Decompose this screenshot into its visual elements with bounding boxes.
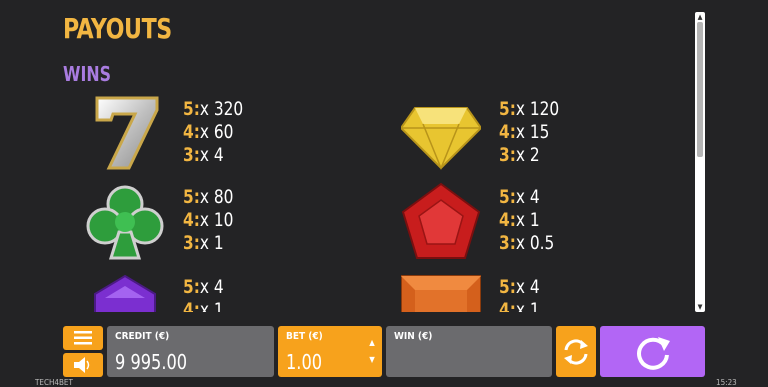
pay-count: 3: [499, 232, 516, 254]
menu-button[interactable] [63, 326, 103, 350]
pay-count: 4: [499, 299, 516, 312]
autoplay-icon [564, 338, 588, 365]
pay-count: 5: [499, 276, 516, 298]
bet-value: 1.00 [286, 350, 323, 374]
pay-multiplier: x 1 [199, 299, 224, 312]
spin-icon [636, 336, 670, 370]
clock: 15:23 [716, 378, 737, 387]
pay-count: 5: [499, 186, 516, 208]
pay-multiplier: x 4 [515, 276, 540, 298]
scrollbar-thumb[interactable] [697, 22, 703, 157]
sound-button[interactable] [63, 353, 103, 377]
sound-icon [74, 357, 90, 373]
pay-count: 4: [183, 299, 200, 312]
pay-multiplier: x 1 [515, 209, 540, 231]
pay-count: 4: [499, 121, 516, 143]
pay-multiplier: x 120 [515, 98, 560, 120]
purple-gem-icon [94, 274, 156, 312]
brand-label: TECH4BET [35, 378, 73, 387]
pay-multiplier: x 1 [199, 232, 224, 254]
orange-gem-icon [401, 275, 481, 312]
spin-button[interactable] [600, 326, 705, 377]
pay-count: 5: [499, 98, 516, 120]
bet-selector[interactable]: BET (€) 1.00 ▲ ▼ [278, 326, 382, 377]
scrollbar[interactable]: ▲ ▼ [695, 12, 705, 312]
section-title-wins: WINS [63, 62, 112, 86]
win-label: WIN (€) [394, 331, 433, 342]
pay-multiplier: x 4 [515, 186, 540, 208]
seven-symbol-icon [95, 96, 159, 170]
pay-count: 5: [183, 186, 200, 208]
credit-label: CREDIT (€) [115, 331, 170, 342]
bet-decrease-icon[interactable]: ▼ [367, 351, 377, 368]
payouts-list[interactable]: 5:x 320 4:x 60 3:x 4 5:x 120 4:x 15 3:x … [0, 88, 690, 312]
pay-multiplier: x 4 [199, 276, 224, 298]
bet-label: BET (€) [286, 331, 323, 342]
pay-multiplier: x 0.5 [515, 232, 555, 254]
pay-count: 4: [183, 209, 200, 231]
credit-display: CREDIT (€) 9 995.00 [107, 326, 274, 377]
pay-multiplier: x 2 [515, 144, 540, 166]
pay-count: 3: [183, 232, 200, 254]
pay-multiplier: x 15 [515, 121, 550, 143]
pay-count: 3: [499, 144, 516, 166]
page-title: PAYOUTS [63, 12, 172, 45]
red-pentagon-icon [401, 182, 481, 259]
credit-value: 9 995.00 [115, 350, 188, 374]
pay-count: 5: [183, 276, 200, 298]
autoplay-button[interactable] [556, 326, 596, 377]
scroll-down-arrow-icon[interactable]: ▼ [695, 302, 705, 312]
pay-multiplier: x 60 [199, 121, 234, 143]
yellow-diamond-icon [401, 107, 481, 170]
scroll-up-arrow-icon[interactable]: ▲ [695, 12, 705, 22]
pay-multiplier: x 80 [199, 186, 234, 208]
pay-multiplier: x 4 [199, 144, 224, 166]
bet-increase-icon[interactable]: ▲ [367, 334, 377, 351]
pay-count: 4: [499, 209, 516, 231]
pay-count: 4: [183, 121, 200, 143]
menu-icon [74, 331, 92, 345]
pay-count: 3: [183, 144, 200, 166]
win-display: WIN (€) [386, 326, 552, 377]
pay-multiplier: x 1 [515, 299, 540, 312]
pay-multiplier: x 10 [199, 209, 234, 231]
green-clover-icon [86, 185, 164, 260]
pay-multiplier: x 320 [199, 98, 244, 120]
pay-count: 5: [183, 98, 200, 120]
